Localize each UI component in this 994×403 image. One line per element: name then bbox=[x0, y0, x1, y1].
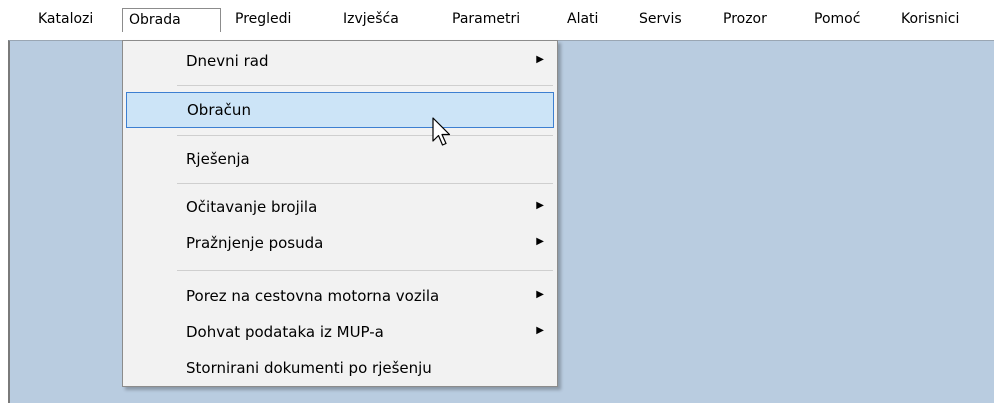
menu-bar: Katalozi Obrada Pregledi Izvješća Parame… bbox=[0, 0, 994, 40]
menu-item-label: Rješenja bbox=[186, 150, 250, 168]
submenu-arrow-icon: ▶ bbox=[536, 54, 544, 65]
menu-separator bbox=[177, 270, 553, 271]
menu-item-label: Obračun bbox=[187, 101, 251, 119]
menu-item-porez-vozila[interactable]: Porez na cestovna motorna vozila ▶ bbox=[126, 279, 554, 313]
menu-item-rjesenja[interactable]: Rješenja bbox=[126, 142, 554, 176]
menu-parametri[interactable]: Parametri bbox=[446, 8, 526, 32]
menu-item-ocitavanje-brojila[interactable]: Očitavanje brojila ▶ bbox=[126, 190, 554, 224]
menu-item-label: Dnevni rad bbox=[186, 52, 269, 70]
menu-item-label: Porez na cestovna motorna vozila bbox=[186, 287, 440, 305]
menu-item-dnevni-rad[interactable]: Dnevni rad ▶ bbox=[126, 44, 554, 78]
menu-item-stornirani-dokumenti[interactable]: Stornirani dokumenti po rješenju bbox=[126, 351, 554, 385]
menu-korisnici[interactable]: Korisnici bbox=[895, 8, 965, 32]
submenu-arrow-icon: ▶ bbox=[536, 200, 544, 211]
submenu-arrow-icon: ▶ bbox=[536, 236, 544, 247]
submenu-arrow-icon: ▶ bbox=[536, 325, 544, 336]
menu-obrada[interactable]: Obrada bbox=[122, 8, 221, 32]
menu-item-label: Stornirani dokumenti po rješenju bbox=[186, 359, 432, 377]
obrada-dropdown-menu: Dnevni rad ▶ Obračun Rješenja Očitavanje… bbox=[122, 40, 558, 387]
menu-pomoc[interactable]: Pomoć bbox=[808, 8, 866, 32]
menu-item-praznjenje-posuda[interactable]: Pražnjenje posuda ▶ bbox=[126, 226, 554, 260]
menu-prozor[interactable]: Prozor bbox=[717, 8, 773, 32]
menu-item-label: Pražnjenje posuda bbox=[186, 234, 324, 252]
menu-alati[interactable]: Alati bbox=[561, 8, 604, 32]
menu-separator bbox=[177, 85, 553, 86]
menu-item-label: Očitavanje brojila bbox=[186, 198, 318, 216]
menu-servis[interactable]: Servis bbox=[633, 8, 688, 32]
menu-item-dohvat-mup[interactable]: Dohvat podataka iz MUP-a ▶ bbox=[126, 315, 554, 349]
submenu-arrow-icon: ▶ bbox=[536, 289, 544, 300]
menu-separator bbox=[177, 183, 553, 184]
menu-izvjesca[interactable]: Izvješća bbox=[337, 8, 405, 32]
menu-item-label: Dohvat podataka iz MUP-a bbox=[186, 323, 384, 341]
menu-pregledi[interactable]: Pregledi bbox=[229, 8, 297, 32]
arrow-pointer-icon bbox=[432, 117, 451, 146]
menu-separator bbox=[177, 135, 553, 136]
menu-item-obracun[interactable]: Obračun bbox=[126, 92, 554, 128]
menu-katalozi[interactable]: Katalozi bbox=[32, 8, 99, 32]
